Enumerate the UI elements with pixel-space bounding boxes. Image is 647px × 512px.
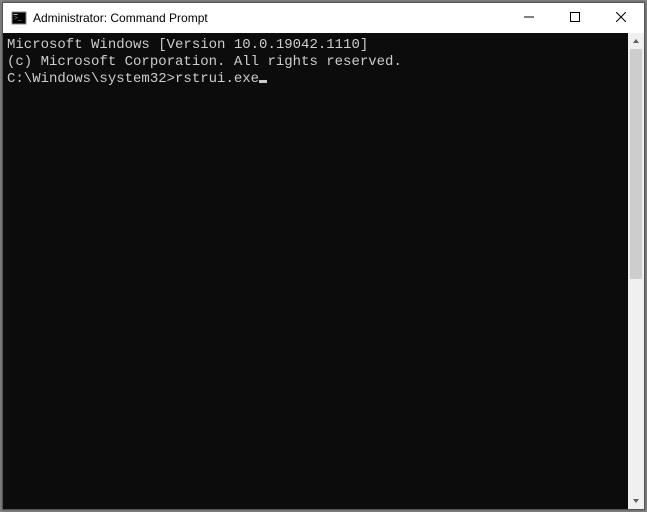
terminal-line: (c) Microsoft Corporation. All rights re… (7, 54, 624, 71)
scroll-thumb[interactable] (630, 49, 642, 279)
maximize-button[interactable] (552, 3, 598, 31)
scroll-up-button[interactable] (628, 33, 644, 49)
window-controls (506, 3, 644, 33)
titlebar[interactable]: >_ Administrator: Command Prompt (3, 3, 644, 33)
close-button[interactable] (598, 3, 644, 31)
command-prompt-window: >_ Administrator: Command Prompt Microso… (2, 2, 645, 510)
terminal-cursor (259, 80, 267, 83)
scroll-track[interactable] (628, 49, 644, 493)
terminal-prompt: C:\Windows\system32> (7, 71, 175, 87)
scroll-down-button[interactable] (628, 493, 644, 509)
minimize-button[interactable] (506, 3, 552, 31)
app-icon: >_ (11, 10, 27, 26)
vertical-scrollbar[interactable] (628, 33, 644, 509)
terminal-command: rstrui.exe (175, 71, 259, 87)
window-title: Administrator: Command Prompt (33, 11, 506, 25)
terminal-line: Microsoft Windows [Version 10.0.19042.11… (7, 37, 624, 54)
svg-text:>_: >_ (14, 14, 22, 22)
client-area: Microsoft Windows [Version 10.0.19042.11… (3, 33, 644, 509)
terminal-output[interactable]: Microsoft Windows [Version 10.0.19042.11… (3, 33, 628, 509)
